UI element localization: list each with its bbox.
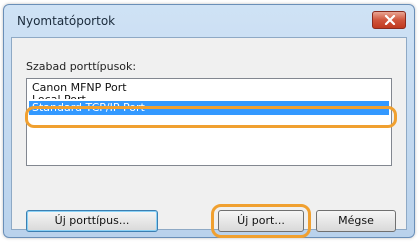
new-port-type-button[interactable]: Új porttípus... (26, 210, 158, 232)
cancel-label: Mégse (338, 214, 374, 227)
close-button[interactable] (372, 11, 406, 29)
new-port-type-label: Új porttípus... (54, 214, 130, 227)
list-item-local-port[interactable]: Local Port (29, 93, 389, 99)
dialog-title: Nyomtatóportok (17, 14, 116, 28)
printer-ports-dialog: Nyomtatóportok Szabad porttípusok: Canon… (3, 4, 415, 238)
new-port-label: Új port... (237, 214, 285, 227)
cancel-button[interactable]: Mégse (316, 210, 396, 232)
new-port-button[interactable]: Új port... (218, 210, 304, 232)
dialog-body: Szabad porttípusok: Canon MFNP Port Loca… (11, 37, 407, 238)
port-types-list[interactable]: Canon MFNP Port Local Port Standard TCP/… (26, 78, 392, 166)
available-port-types-label: Szabad porttípusok: (26, 60, 137, 73)
close-icon (384, 15, 396, 25)
title-bar: Nyomtatóportok (4, 5, 414, 37)
list-item-standard-tcpip-port[interactable]: Standard TCP/IP Port (29, 101, 389, 115)
